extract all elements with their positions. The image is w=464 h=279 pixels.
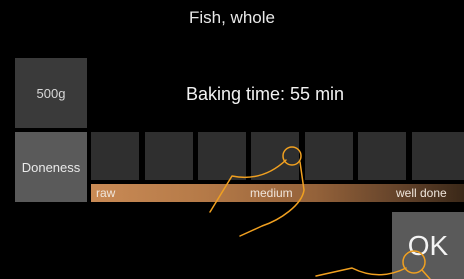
doneness-level-4[interactable] xyxy=(251,132,299,180)
doneness-level-5[interactable] xyxy=(305,132,353,180)
weight-button[interactable]: 500g xyxy=(15,58,87,128)
doneness-level-3[interactable] xyxy=(198,132,246,180)
doneness-level-1[interactable] xyxy=(91,132,139,180)
scale-label-raw: raw xyxy=(96,186,116,200)
scale-label-medium: medium xyxy=(250,186,293,200)
baking-time-text: Baking time: 55 min xyxy=(186,84,345,104)
doneness-level-2[interactable] xyxy=(145,132,193,180)
ok-label: OK xyxy=(407,229,449,261)
doneness-button[interactable]: Doneness xyxy=(15,132,87,202)
ok-button[interactable]: OK xyxy=(392,212,464,279)
doneness-level-7[interactable] xyxy=(412,132,464,180)
scale-label-well-done: well done xyxy=(396,186,447,200)
doneness-level-6[interactable] xyxy=(358,132,406,180)
oven-screen: Fish, whole 500g Baking time: 55 min Don… xyxy=(0,0,464,279)
weight-label: 500g xyxy=(36,85,66,101)
doneness-label: Doneness xyxy=(21,159,81,175)
page-title: Fish, whole xyxy=(189,8,275,27)
